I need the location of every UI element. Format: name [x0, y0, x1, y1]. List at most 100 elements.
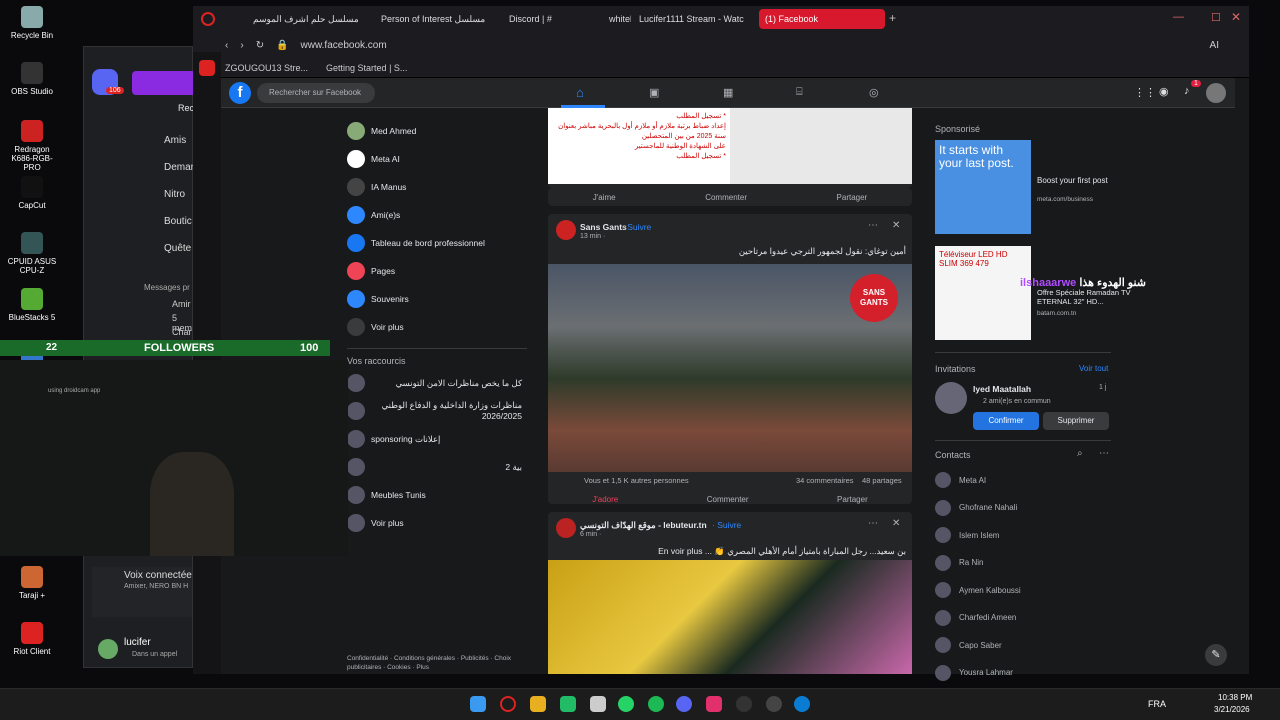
contact-item[interactable]: Aymen Kalboussi — [935, 582, 1021, 598]
new-tab-icon[interactable]: + — [889, 11, 896, 25]
browser-tab[interactable]: Discord | # — [503, 9, 593, 29]
left-nav-item[interactable]: IA Manus — [347, 178, 406, 196]
discord-dm-item[interactable]: Amir — [172, 299, 191, 309]
browser-tab[interactable]: Person of Interest مسلسل — [375, 9, 495, 29]
contact-item[interactable]: Charfedi Ameen — [935, 609, 1016, 626]
search-input[interactable]: Rechercher sur Facebook — [257, 83, 375, 103]
desktop-icon[interactable]: BlueStacks 5 — [6, 288, 58, 322]
notifications-icon[interactable]: ♪ — [1184, 85, 1190, 97]
discord-taskbar-icon[interactable] — [676, 696, 692, 712]
app-icon[interactable] — [560, 696, 576, 712]
language-indicator[interactable]: FRA — [1148, 699, 1166, 709]
start-icon[interactable] — [470, 696, 486, 712]
contact-item[interactable]: Ra Nin — [935, 554, 983, 571]
left-nav-item[interactable]: Pages — [347, 262, 395, 280]
like-button[interactable]: J'aime — [593, 193, 616, 202]
desktop-icon[interactable]: Riot Client — [6, 622, 58, 656]
love-button[interactable]: J'adore — [592, 495, 618, 504]
ad-image[interactable]: Téléviseur LED HD SLIM 369 479 — [935, 246, 1031, 340]
share-button[interactable]: Partager — [837, 495, 868, 504]
discord-menu-item[interactable]: Quête — [164, 243, 191, 254]
confirm-button[interactable]: Confirmer — [973, 412, 1039, 430]
follow-link[interactable]: · Suivre — [622, 222, 651, 232]
delete-button[interactable]: Supprimer — [1043, 412, 1109, 430]
video-tab-icon[interactable]: ▣ — [649, 86, 659, 99]
left-nav-item[interactable]: Voir plus — [347, 318, 404, 336]
discord-dm-item[interactable]: Char — [172, 327, 192, 337]
close-post-icon[interactable]: ✕ — [892, 518, 900, 529]
desktop-icon[interactable]: Taraji + — [6, 566, 58, 600]
desktop-icon[interactable]: OBS Studio — [6, 62, 58, 96]
desktop-icon[interactable]: Recycle Bin — [6, 6, 58, 40]
instagram-icon[interactable] — [706, 696, 722, 712]
profile-avatar[interactable] — [1206, 83, 1226, 103]
home-sidebar-icon[interactable] — [199, 60, 215, 76]
post-image[interactable]: SANS GANTS — [548, 264, 912, 472]
app-icon[interactable] — [736, 696, 752, 712]
clock-date[interactable]: 3/21/2026 — [1214, 705, 1250, 714]
shortcut-item[interactable]: Voir plus — [347, 514, 522, 532]
reaction-summary[interactable]: Vous et 1,5 K autres personnes — [584, 476, 689, 485]
groups-tab-icon[interactable]: ⌸ — [796, 86, 803, 99]
back-icon[interactable]: ‹ — [225, 40, 228, 51]
whatsapp-icon[interactable] — [618, 696, 634, 712]
invite-avatar[interactable] — [935, 382, 967, 414]
shortcut-item[interactable]: كل ما يخص مناظرات الامن التونسي — [347, 374, 522, 392]
see-all-link[interactable]: Voir tout — [1079, 364, 1108, 373]
home-tab-icon[interactable]: ⌂ — [576, 85, 584, 100]
comment-count[interactable]: 34 commentaires — [796, 476, 854, 485]
browser-tab[interactable]: Lucifer1111 Stream - Watc — [633, 9, 753, 29]
author-avatar[interactable] — [556, 518, 576, 538]
shortcut-item[interactable]: sponsoring إعلانات — [347, 430, 522, 448]
shortcut-item[interactable]: مناظرات وزارة الداخلية و الدفاع الوطني 2… — [347, 400, 522, 421]
search-contacts-icon[interactable]: ⌕ — [1077, 448, 1083, 459]
discord-menu-item[interactable]: Demar — [164, 162, 194, 173]
url-field[interactable]: www.facebook.com — [301, 40, 387, 51]
close-post-icon[interactable]: ✕ — [892, 220, 900, 231]
browser-tab[interactable]: whitelist- — [603, 9, 631, 29]
messenger-icon[interactable]: ◉ — [1159, 85, 1169, 98]
discord-menu-item[interactable]: Nitro — [164, 189, 185, 200]
opera-taskbar-icon[interactable] — [500, 696, 516, 712]
edge-icon[interactable] — [794, 696, 810, 712]
ad-image[interactable]: It starts with your last post. — [935, 140, 1031, 234]
invite-name[interactable]: Iyed Maatallah — [973, 384, 1031, 394]
store-icon[interactable] — [590, 696, 606, 712]
bookmark-2[interactable]: Getting Started | S... — [326, 63, 407, 73]
contact-item[interactable]: Yousra Lahmar — [935, 664, 1013, 681]
ad-title[interactable]: Boost your first post — [1037, 176, 1127, 185]
app-icon[interactable] — [766, 696, 782, 712]
desktop-icon[interactable]: Redragon K686-RGB-PRO — [6, 120, 58, 172]
contacts-more-icon[interactable]: ⋯ — [1099, 448, 1109, 459]
author-avatar[interactable] — [556, 220, 576, 240]
facebook-logo-icon[interactable]: f — [229, 82, 251, 104]
marketplace-tab-icon[interactable]: ▦ — [723, 86, 733, 99]
shortcut-item[interactable]: بية 2 — [347, 458, 522, 476]
post-author[interactable]: موقع الهدّاف التونسي - lebuteur.tn — [580, 520, 707, 531]
comment-button[interactable]: Commenter — [705, 193, 747, 202]
gaming-tab-icon[interactable]: ◎ — [869, 86, 879, 99]
left-nav-item[interactable]: Meta AI — [347, 150, 400, 168]
more-options-icon[interactable]: ⋯ — [868, 518, 878, 529]
share-button[interactable]: Partager — [837, 193, 868, 202]
maximize-icon[interactable]: ☐ — [1211, 11, 1221, 24]
new-message-icon[interactable]: ✎ — [1205, 644, 1227, 666]
contact-item[interactable]: Islem Islem — [935, 527, 999, 543]
desktop-icon[interactable]: CapCut — [6, 176, 58, 210]
reload-icon[interactable]: ↻ — [256, 40, 264, 51]
contact-item[interactable]: Meta AI — [935, 472, 986, 488]
left-nav-item[interactable]: Tableau de bord professionnel — [347, 234, 485, 252]
ai-button[interactable]: AI — [1210, 40, 1219, 51]
shortcut-item[interactable]: Meubles Tunis — [347, 486, 522, 504]
explorer-icon[interactable] — [530, 696, 546, 712]
browser-tab[interactable]: (1) Facebook — [759, 9, 885, 29]
opera-logo-icon[interactable] — [201, 12, 215, 26]
footer-links[interactable]: Confidentialité · Conditions générales ·… — [347, 654, 517, 672]
close-icon[interactable]: ✕ — [1231, 10, 1241, 24]
left-nav-item[interactable]: Ami(e)s — [347, 206, 400, 224]
left-nav-item[interactable]: Souvenirs — [347, 290, 409, 308]
user-avatar[interactable] — [98, 639, 118, 659]
ad-title[interactable]: Offre Spéciale Ramadan TV ETERNAL 32" HD… — [1037, 288, 1133, 306]
contact-item[interactable]: Capo Saber — [935, 637, 1002, 653]
post-image-2[interactable] — [730, 108, 912, 184]
